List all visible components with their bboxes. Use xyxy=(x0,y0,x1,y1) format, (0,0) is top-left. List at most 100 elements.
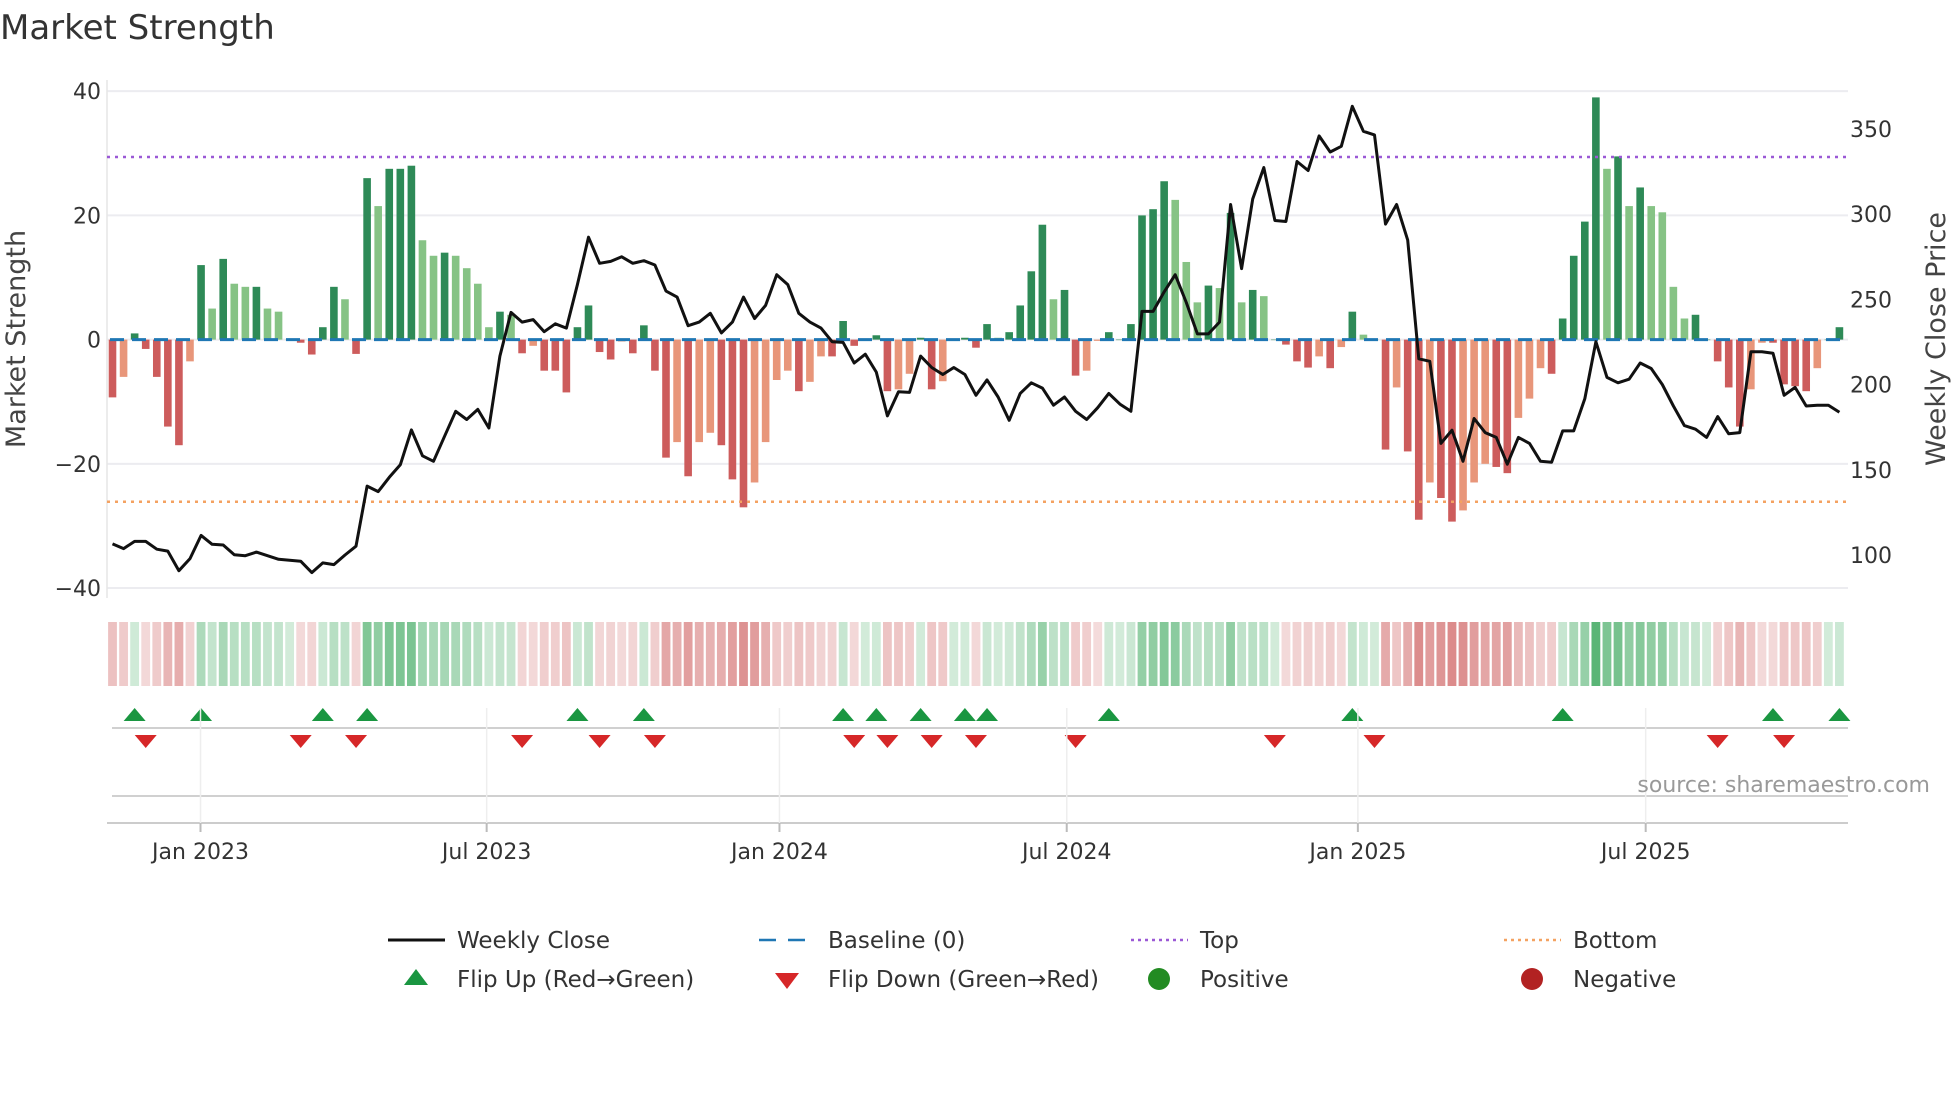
strip-cell xyxy=(440,622,449,686)
strength-bar xyxy=(706,339,715,433)
strength-bar xyxy=(1636,187,1644,340)
strip-cell xyxy=(1790,622,1800,686)
flip-down-marker xyxy=(843,735,866,748)
strength-bar xyxy=(628,339,637,354)
strip-cell xyxy=(1691,622,1700,686)
strip-cell xyxy=(639,622,649,686)
y2-axis-label: Weekly Close Price xyxy=(1921,212,1952,466)
strength-bar xyxy=(1525,339,1534,399)
strip-cell xyxy=(218,622,228,686)
strip-cell xyxy=(1414,622,1424,686)
flip-down-marker xyxy=(1064,735,1087,748)
strip-cell xyxy=(794,622,804,686)
strip-cell xyxy=(1126,622,1136,686)
strength-bar xyxy=(1414,339,1423,520)
strip-cell xyxy=(240,622,250,686)
strip-cell xyxy=(1004,622,1014,686)
strip-cell xyxy=(263,622,272,686)
legend-label: Negative xyxy=(1573,967,1676,993)
strip-cell xyxy=(1204,622,1213,686)
strength-bar xyxy=(850,339,858,346)
strength-bar xyxy=(1647,206,1656,340)
x-axis: Jan 2023 Jul 2023 Jan 2024 Jul 2024 Jan 2025… xyxy=(107,708,1848,865)
strip-cell xyxy=(1303,622,1313,686)
strip-cell xyxy=(916,622,926,686)
strip-cell xyxy=(1060,622,1069,686)
strip-cell xyxy=(982,622,992,686)
strip-cell xyxy=(772,622,782,686)
flip-up-marker xyxy=(953,708,976,721)
strip-cell xyxy=(1613,622,1623,686)
strip-cell xyxy=(705,622,715,686)
strength-bar xyxy=(1237,302,1246,340)
strength-bar xyxy=(1569,255,1578,340)
strength-bar xyxy=(1082,339,1091,371)
flip-down-marker xyxy=(1263,735,1286,748)
strip-cell xyxy=(838,622,848,686)
strip-cell xyxy=(130,622,140,686)
flip-up-marker xyxy=(1762,708,1784,721)
strength-bar xyxy=(595,339,604,353)
strength-bar xyxy=(1724,339,1733,388)
strip-cell xyxy=(938,622,948,686)
strip-cell xyxy=(141,622,151,686)
strength-bar xyxy=(1259,296,1268,340)
market-strength-chart: Market Strength 40200−20−40 350300250200… xyxy=(0,8,1952,993)
strength-bar xyxy=(695,339,704,443)
y2-tick-label: 100 xyxy=(1850,544,1892,569)
strip-cell xyxy=(1259,622,1269,686)
strip-cell xyxy=(1757,622,1767,686)
strength-bar xyxy=(1160,181,1168,340)
flip-up-marker xyxy=(976,708,999,721)
y2-tick-label: 200 xyxy=(1850,374,1892,399)
strength-bar xyxy=(307,339,316,355)
strip-cell xyxy=(1436,622,1446,686)
strength-bar xyxy=(883,339,892,392)
strength-bar xyxy=(485,327,493,340)
strip-cell xyxy=(484,622,494,686)
strip-cell xyxy=(1668,622,1678,686)
strength-bar xyxy=(1049,299,1058,340)
strength-bar xyxy=(1514,339,1523,418)
strength-bar xyxy=(983,324,991,340)
strip-cell xyxy=(728,622,737,686)
strength-bar xyxy=(1060,289,1069,340)
y-axis-label: Market Strength xyxy=(1,230,32,448)
strip-cell xyxy=(1558,622,1568,686)
strip-cell xyxy=(373,622,383,686)
strength-bar xyxy=(319,327,327,340)
strip-cell xyxy=(1768,622,1778,686)
strip-cell xyxy=(285,622,295,686)
strength-bar xyxy=(817,339,825,357)
strength-bar xyxy=(219,258,227,340)
strength-bar xyxy=(518,339,526,354)
y-tick-label: 0 xyxy=(87,329,101,354)
strip-cell xyxy=(1602,622,1612,686)
strip-cell xyxy=(1569,622,1579,686)
strip-cell xyxy=(883,622,892,686)
strength-bar xyxy=(1492,339,1501,467)
strength-bar xyxy=(551,339,560,371)
strip-cell xyxy=(561,622,571,686)
strip-cell xyxy=(1425,622,1435,686)
flip-down-marker xyxy=(588,735,611,748)
strength-bar xyxy=(806,339,814,382)
strip-cell xyxy=(1159,622,1169,686)
strip-cell xyxy=(506,622,516,686)
y-tick-label: −40 xyxy=(55,577,101,602)
strip-cell xyxy=(495,622,505,686)
strip-cell xyxy=(185,622,195,686)
strength-bar xyxy=(1658,212,1667,340)
strip-cell xyxy=(650,622,660,686)
strip-cell xyxy=(252,622,261,686)
strength-bar xyxy=(1680,318,1689,340)
strip-cell xyxy=(816,622,826,686)
flip-up-marker xyxy=(1341,708,1364,721)
flip-up-marker xyxy=(1828,708,1851,721)
flip-down-marker xyxy=(289,735,312,748)
strip-cell xyxy=(1502,622,1512,686)
strip-cell xyxy=(418,622,427,686)
strip-cell xyxy=(739,622,748,686)
strip-cell xyxy=(296,622,306,686)
strength-bar xyxy=(164,339,172,427)
